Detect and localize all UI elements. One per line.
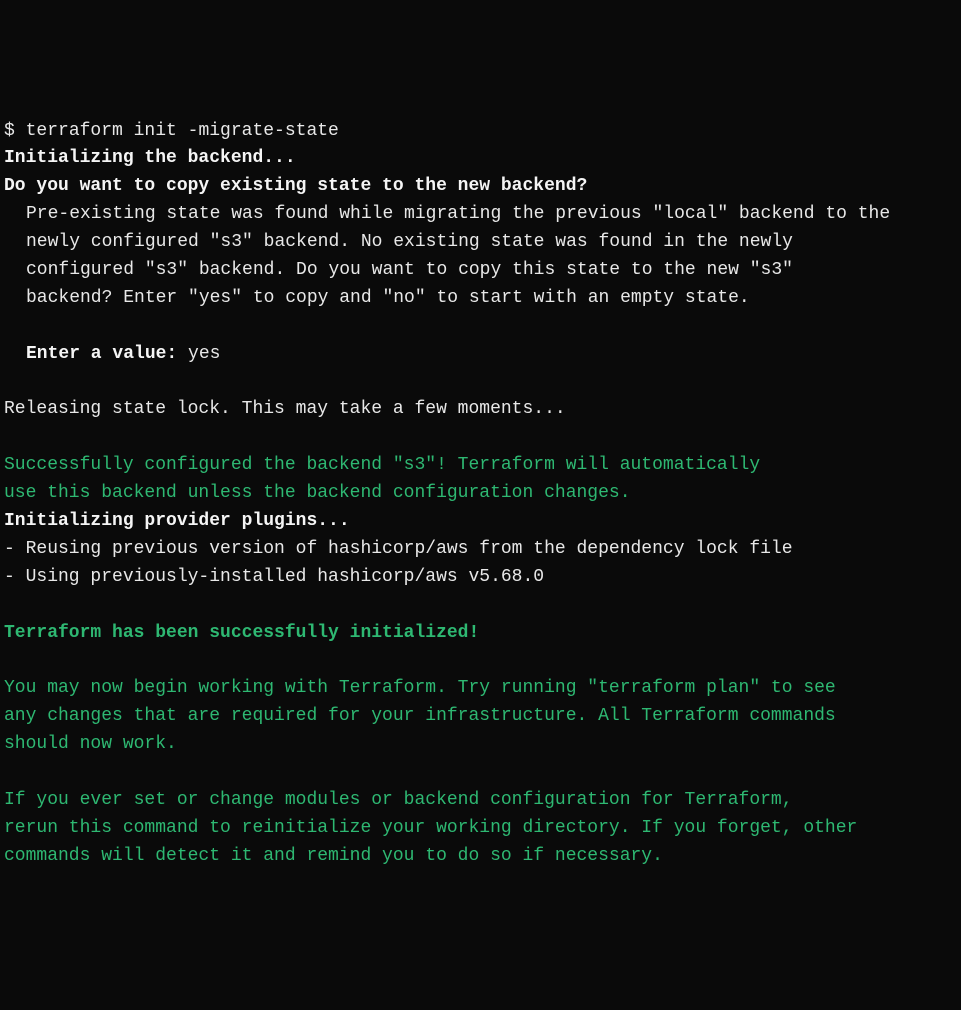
shell-prompt: $ — [4, 121, 26, 141]
tf-success-line: Terraform has been successfully initiali… — [4, 620, 957, 648]
blank-line-2 — [4, 369, 957, 397]
init-plugins-line: Initializing provider plugins... — [4, 508, 957, 536]
success-s3-line-2: use this backend unless the backend conf… — [4, 480, 957, 508]
rerun-line-3: commands will detect it and remind you t… — [4, 843, 957, 871]
using-line: - Using previously-installed hashicorp/a… — [4, 564, 957, 592]
blank-line-1 — [4, 313, 957, 341]
enter-value-line: Enter a value: yes — [4, 341, 957, 369]
preexisting-line-2: newly configured "s3" backend. No existi… — [4, 229, 957, 257]
enter-value-input: yes — [188, 344, 220, 364]
enter-value-label: Enter a value: — [26, 344, 188, 364]
reusing-line: - Reusing previous version of hashicorp/… — [4, 536, 957, 564]
rerun-line-2: rerun this command to reinitialize your … — [4, 815, 957, 843]
terminal-output: $ terraform init -migrate-stateInitializ… — [4, 118, 957, 871]
command-line: $ terraform init -migrate-state — [4, 118, 957, 146]
begin-line-3: should now work. — [4, 731, 957, 759]
command-text: terraform init -migrate-state — [26, 121, 339, 141]
blank-line-6 — [4, 759, 957, 787]
preexisting-line-3: configured "s3" backend. Do you want to … — [4, 257, 957, 285]
blank-line-3 — [4, 424, 957, 452]
releasing-line: Releasing state lock. This may take a fe… — [4, 396, 957, 424]
success-s3-line-1: Successfully configured the backend "s3"… — [4, 452, 957, 480]
begin-line-2: any changes that are required for your i… — [4, 703, 957, 731]
init-backend-line: Initializing the backend... — [4, 145, 957, 173]
preexisting-line-4: backend? Enter "yes" to copy and "no" to… — [4, 285, 957, 313]
copy-question-line: Do you want to copy existing state to th… — [4, 173, 957, 201]
preexisting-line-1: Pre-existing state was found while migra… — [4, 201, 957, 229]
begin-line-1: You may now begin working with Terraform… — [4, 675, 957, 703]
blank-line-5 — [4, 647, 957, 675]
rerun-line-1: If you ever set or change modules or bac… — [4, 787, 957, 815]
blank-line-4 — [4, 592, 957, 620]
